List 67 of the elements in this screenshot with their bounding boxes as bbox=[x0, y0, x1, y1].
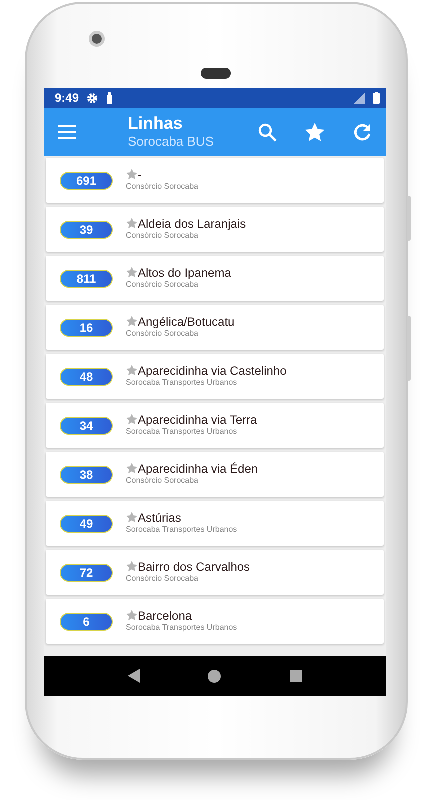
line-number-badge: 48 bbox=[60, 368, 113, 386]
sim-icon bbox=[106, 92, 114, 104]
line-card[interactable]: 34 Aparecidinha via Terra Sorocaba Transportes Urbanos bbox=[46, 403, 384, 448]
operator-name: Consórcio Sorocaba bbox=[126, 230, 200, 242]
menu-button[interactable] bbox=[58, 125, 76, 139]
line-name: Altos do Ipanema bbox=[138, 266, 232, 280]
line-name: Aparecidinha via Castelinho bbox=[138, 364, 287, 378]
operator-name: Consórcio Sorocaba bbox=[126, 574, 200, 584]
line-number-badge: 691 bbox=[60, 172, 113, 190]
star-icon[interactable] bbox=[126, 610, 138, 621]
refresh-button[interactable] bbox=[353, 122, 372, 142]
camera-icon bbox=[89, 31, 105, 47]
favorites-button[interactable] bbox=[305, 122, 325, 142]
app-title: Linhas bbox=[128, 114, 184, 134]
operator-name: Sorocaba Transportes Urbanos bbox=[126, 426, 238, 438]
line-card[interactable]: 6 Barcelona Sorocaba Transportes Urbanos bbox=[46, 599, 384, 644]
battery-icon bbox=[373, 92, 380, 104]
status-time: 9:49 bbox=[55, 90, 80, 107]
star-icon[interactable] bbox=[126, 316, 138, 327]
volume-button[interactable] bbox=[407, 196, 411, 241]
star-icon[interactable] bbox=[126, 218, 138, 229]
operator-name: Consórcio Sorocaba bbox=[126, 476, 200, 486]
operator-name: Sorocaba Transportes Urbanos bbox=[126, 622, 238, 634]
line-number-badge: 72 bbox=[60, 564, 113, 582]
line-name: Bairro dos Carvalhos bbox=[138, 560, 250, 574]
star-icon[interactable] bbox=[126, 168, 138, 180]
line-name: Angélica/Botucatu bbox=[138, 316, 235, 329]
line-card[interactable]: 72 Bairro dos Carvalhos Consórcio Sorocaba bbox=[46, 550, 384, 595]
back-button[interactable] bbox=[128, 669, 140, 683]
speaker-icon bbox=[201, 68, 231, 79]
line-name: Barcelona bbox=[138, 610, 192, 623]
line-card[interactable]: 811 Altos do Ipanema Consórcio Sorocaba bbox=[46, 256, 384, 301]
line-number-badge: 38 bbox=[60, 466, 113, 484]
star-icon[interactable] bbox=[126, 512, 138, 523]
line-card[interactable]: 39 Aldeia dos Laranjais Consórcio Sorocaba bbox=[46, 207, 384, 252]
operator-name: Sorocaba Transportes Urbanos bbox=[126, 378, 238, 388]
line-name: Aparecidinha via Terra bbox=[138, 414, 258, 427]
app-subtitle: Sorocaba BUS bbox=[128, 134, 214, 150]
line-number-badge: 811 bbox=[60, 270, 113, 288]
line-card[interactable]: 691 - Consórcio Sorocaba bbox=[46, 158, 384, 203]
line-card[interactable]: 49 Astúrias Sorocaba Transportes Urbanos bbox=[46, 501, 384, 546]
line-name: Aparecidinha via Éden bbox=[138, 462, 258, 476]
star-icon[interactable] bbox=[126, 462, 138, 474]
star-icon[interactable] bbox=[126, 560, 138, 572]
operator-name: Consórcio Sorocaba bbox=[126, 182, 198, 192]
line-name: Astúrias bbox=[138, 512, 182, 525]
star-icon[interactable] bbox=[126, 364, 138, 376]
line-card[interactable]: 16 Angélica/Botucatu Consórcio Sorocaba bbox=[46, 305, 384, 350]
home-button[interactable] bbox=[208, 670, 222, 682]
line-card[interactable]: 38 Aparecidinha via Éden Consórcio Sorocaba bbox=[46, 452, 384, 497]
gear-icon bbox=[87, 92, 98, 104]
line-number-badge: 16 bbox=[60, 318, 113, 336]
line-name: Aldeia dos Laranjais bbox=[138, 218, 246, 231]
recents-button[interactable] bbox=[290, 670, 302, 682]
line-number-badge: 34 bbox=[60, 416, 113, 434]
signal-icon bbox=[354, 92, 365, 104]
search-button[interactable] bbox=[258, 122, 277, 142]
star-icon[interactable] bbox=[126, 266, 138, 278]
operator-name: Consórcio Sorocaba bbox=[126, 328, 200, 340]
operator-name: Sorocaba Transportes Urbanos bbox=[126, 524, 238, 536]
line-number-badge: 49 bbox=[60, 514, 113, 532]
operator-name: Consórcio Sorocaba bbox=[126, 280, 200, 290]
star-icon[interactable] bbox=[126, 414, 138, 425]
line-number-badge: 6 bbox=[60, 612, 113, 630]
line-name: - bbox=[138, 168, 142, 182]
line-number-badge: 39 bbox=[60, 220, 113, 238]
line-card[interactable]: 48 Aparecidinha via Castelinho Sorocaba Transportes Urbanos bbox=[46, 354, 384, 399]
